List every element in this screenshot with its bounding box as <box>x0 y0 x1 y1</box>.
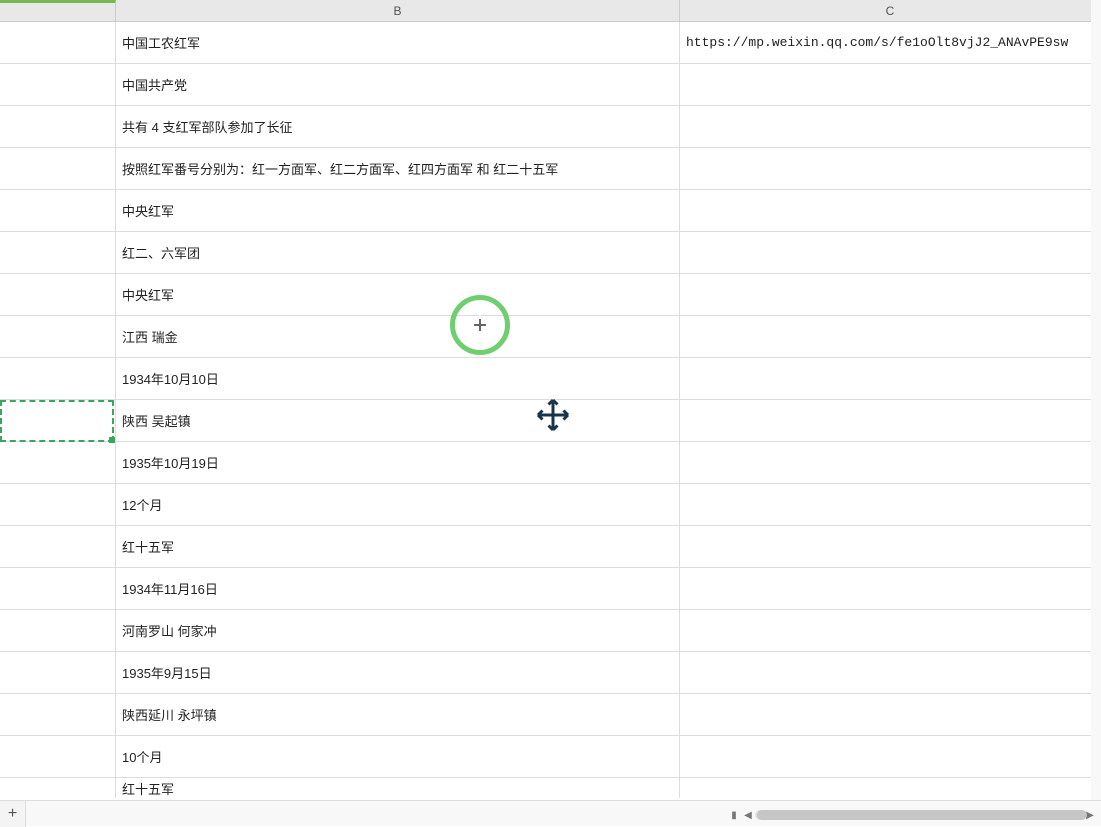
cell[interactable] <box>680 652 1101 693</box>
cell[interactable]: 红二、六军团 <box>116 232 680 273</box>
table-row: 陕西延川 永坪镇 <box>0 694 1101 736</box>
cell[interactable] <box>0 190 116 231</box>
column-headers-row: B C <box>0 0 1101 22</box>
table-row: 红二、六军团 <box>0 232 1101 274</box>
cell[interactable] <box>680 400 1101 441</box>
cell[interactable]: 按照红军番号分别为：红一方面军、红二方面军、红四方面军 和 红二十五军 <box>116 148 680 189</box>
cell[interactable]: 共有 4 支红军部队参加了长征 <box>116 106 680 147</box>
cell[interactable]: 1934年11月16日 <box>116 568 680 609</box>
table-row: 红十五军 <box>0 526 1101 568</box>
column-header-C[interactable]: C <box>680 0 1101 21</box>
cell[interactable] <box>0 22 116 63</box>
cell[interactable] <box>680 526 1101 567</box>
cell[interactable] <box>680 568 1101 609</box>
cell[interactable] <box>0 64 116 105</box>
cell[interactable] <box>680 316 1101 357</box>
cell[interactable] <box>0 610 116 651</box>
cell[interactable] <box>0 568 116 609</box>
cell[interactable] <box>680 148 1101 189</box>
table-row: 江西 瑞金 <box>0 316 1101 358</box>
table-row: 中央红军 <box>0 274 1101 316</box>
cell[interactable]: 中国共产党 <box>116 64 680 105</box>
cell[interactable] <box>0 736 116 777</box>
cell[interactable] <box>0 778 116 798</box>
cell[interactable]: 河南罗山 何家冲 <box>116 610 680 651</box>
cell[interactable] <box>0 694 116 735</box>
scroll-left-icon[interactable]: ◀ <box>741 808 755 822</box>
scroll-track[interactable] <box>755 810 1083 820</box>
cell[interactable]: 红十五军 <box>116 778 680 798</box>
table-row: 共有 4 支红军部队参加了长征 <box>0 106 1101 148</box>
table-row: 10个月 <box>0 736 1101 778</box>
cell[interactable]: 中国工农红军 <box>116 22 680 63</box>
cell[interactable] <box>0 274 116 315</box>
scroll-thumb[interactable] <box>757 810 1087 820</box>
cell[interactable] <box>0 316 116 357</box>
cell[interactable]: https://mp.weixin.qq.com/s/fe1oOlt8vjJ2_… <box>680 22 1101 63</box>
table-row: 按照红军番号分别为：红一方面军、红二方面军、红四方面军 和 红二十五军 <box>0 148 1101 190</box>
cell[interactable] <box>680 106 1101 147</box>
table-row: 中国共产党 <box>0 64 1101 106</box>
cell[interactable] <box>0 358 116 399</box>
cell[interactable]: 陕西延川 永坪镇 <box>116 694 680 735</box>
cell[interactable] <box>0 484 116 525</box>
cell[interactable] <box>680 484 1101 525</box>
cell[interactable] <box>680 190 1101 231</box>
cell[interactable] <box>0 526 116 567</box>
sheet-tab-bar: + ▮ ◀ ▶ <box>0 800 1101 826</box>
cell[interactable]: 中央红军 <box>116 190 680 231</box>
horizontal-scrollbar[interactable]: ▮ ◀ ▶ <box>727 808 1097 822</box>
table-row: 中央红军 <box>0 190 1101 232</box>
cell[interactable] <box>0 652 116 693</box>
cell[interactable] <box>680 694 1101 735</box>
cell[interactable]: 江西 瑞金 <box>116 316 680 357</box>
cell[interactable] <box>0 106 116 147</box>
add-sheet-button[interactable]: + <box>0 801 26 827</box>
cell[interactable]: 红十五军 <box>116 526 680 567</box>
table-row: 红十五军 <box>0 778 1101 798</box>
table-row: 陕西 吴起镇 <box>0 400 1101 442</box>
cell[interactable] <box>680 778 1101 798</box>
table-row: 1935年9月15日 <box>0 652 1101 694</box>
cell[interactable] <box>0 442 116 483</box>
cell[interactable]: 1935年9月15日 <box>116 652 680 693</box>
table-row: 1935年10月19日 <box>0 442 1101 484</box>
table-row: 1934年10月10日 <box>0 358 1101 400</box>
cell[interactable] <box>680 610 1101 651</box>
table-row: 中国工农红军https://mp.weixin.qq.com/s/fe1oOlt… <box>0 22 1101 64</box>
column-header-B[interactable]: B <box>116 0 680 21</box>
vertical-scrollbar[interactable] <box>1091 0 1101 800</box>
cell[interactable] <box>0 148 116 189</box>
cell[interactable] <box>680 274 1101 315</box>
table-row: 1934年11月16日 <box>0 568 1101 610</box>
column-header-A[interactable] <box>0 0 116 21</box>
table-row: 河南罗山 何家冲 <box>0 610 1101 652</box>
cell[interactable]: 中央红军 <box>116 274 680 315</box>
cell[interactable]: 12个月 <box>116 484 680 525</box>
table-row: 12个月 <box>0 484 1101 526</box>
cell[interactable]: 10个月 <box>116 736 680 777</box>
cell[interactable] <box>680 358 1101 399</box>
cell[interactable] <box>0 400 116 441</box>
cell[interactable] <box>680 232 1101 273</box>
spreadsheet-grid[interactable]: B C 中国工农红军https://mp.weixin.qq.com/s/fe1… <box>0 0 1101 800</box>
cell[interactable]: 1935年10月19日 <box>116 442 680 483</box>
scroll-boundary-icon[interactable]: ▮ <box>727 808 741 822</box>
cell[interactable] <box>680 736 1101 777</box>
cell[interactable] <box>0 232 116 273</box>
cell[interactable] <box>680 64 1101 105</box>
cell[interactable] <box>680 442 1101 483</box>
cell[interactable]: 陕西 吴起镇 <box>116 400 680 441</box>
cell[interactable]: 1934年10月10日 <box>116 358 680 399</box>
